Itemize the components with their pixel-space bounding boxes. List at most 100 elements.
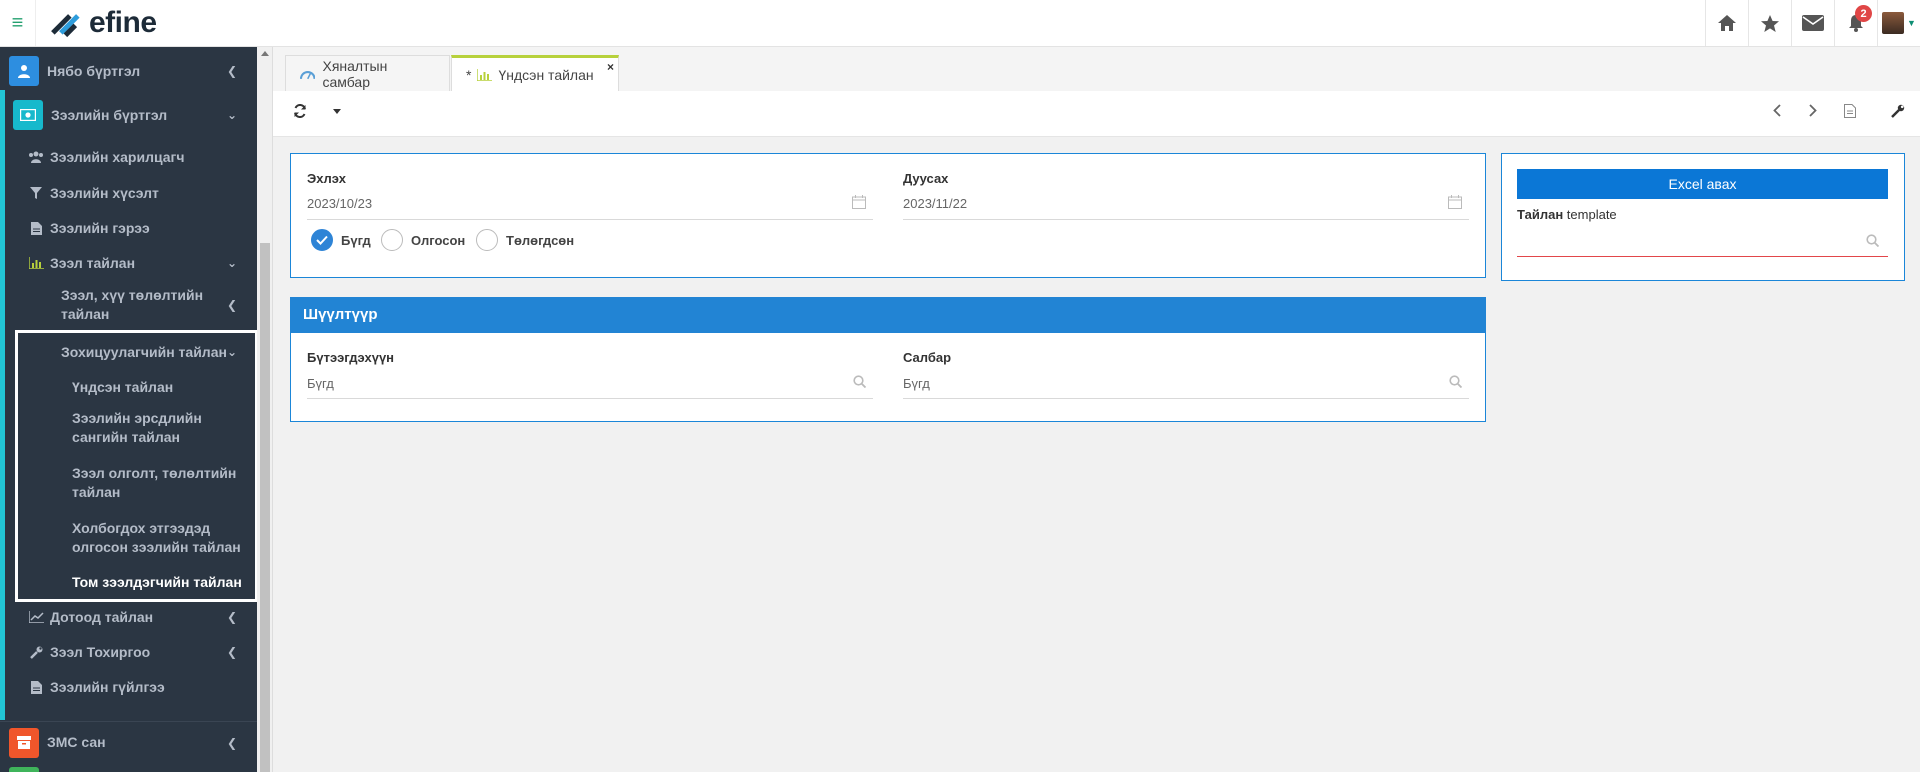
unsaved-marker: * (466, 66, 472, 83)
product-input[interactable]: Бүгд (307, 376, 334, 391)
sidebar-item-label: Холбогдох этгээдэд олгосон зээлийн тайла… (72, 520, 241, 555)
radio-checked-icon[interactable] (311, 229, 333, 251)
sidebar-item-main-report[interactable]: Үндсэн тайлан (0, 372, 257, 402)
avatar (1882, 12, 1905, 34)
chevron-left-icon: ❮ (226, 645, 237, 659)
line-chart-icon (28, 611, 44, 623)
bar-chart-icon (477, 68, 493, 81)
chevron-down-icon: ⌄ (226, 256, 237, 270)
sidebar-item-label: Зээлийн харилцагч (50, 148, 185, 165)
sidebar-item-label: Зээл олголт, төлөлтийн тайлан (72, 465, 237, 500)
chevron-right-icon[interactable] (1809, 104, 1817, 121)
sidebar: Нябо бүртгэл ❮ Зээлийн бүртгэл ⌄ Зээлийн… (0, 47, 257, 772)
user-icon (9, 56, 39, 86)
home-icon[interactable] (1705, 0, 1748, 46)
sidebar-item-label: Зээлийн бүртгэл (51, 106, 168, 123)
search-icon[interactable] (853, 375, 867, 391)
branch-underline (903, 398, 1469, 399)
sidebar-item-loan-registration[interactable]: Зээлийн бүртгэл ⌄ (0, 94, 257, 136)
chevron-left-icon: ❮ (226, 735, 237, 750)
file-icon (28, 680, 44, 694)
dashboard-icon (300, 70, 316, 79)
sidebar-item-loan-contract[interactable]: Зээлийн гэрээ (0, 213, 257, 243)
sidebar-item-risk-fund-report[interactable]: Зээлийн эрсдлийн сангийн тайлан (0, 407, 257, 449)
search-icon[interactable] (1866, 234, 1880, 250)
sidebar-item-label: Зээлийн гэрээ (50, 219, 150, 236)
sidebar-item-loan-settings[interactable]: Зээл Тохиргоо ❮ (0, 637, 257, 667)
chevron-left-icon[interactable] (1773, 104, 1781, 121)
chevron-down-icon: ⌄ (226, 108, 237, 122)
sidebar-item-label: Зээлийн хүсэлт (50, 184, 159, 201)
hamburger-menu-icon[interactable]: ≡ (0, 0, 36, 46)
sidebar-item-disbursement-report[interactable]: Зээл олголт, төлөлтийн тайлан (0, 462, 257, 504)
sidebar-item-label: Зээлийн гүйлгээ (50, 678, 165, 695)
tab-main-report[interactable]: * Үндсэн тайлан × (451, 55, 619, 91)
branch-input[interactable]: Бүгд (903, 376, 930, 391)
end-date-input[interactable]: 2023/11/22 (903, 196, 967, 211)
search-icon[interactable] (1449, 375, 1463, 391)
start-date-label: Эхлэх (307, 171, 346, 186)
sidebar-item-loan-customer[interactable]: Зээлийн харилцагч (0, 142, 257, 172)
sidebar-item-label: Нябо бүртгэл (47, 62, 141, 79)
scroll-thumb[interactable] (260, 243, 270, 772)
close-icon[interactable]: × (607, 60, 614, 74)
sidebar-item-label: Зээл, хүү төлөлтийн тайлан (61, 287, 204, 322)
dropdown-caret-icon[interactable] (333, 109, 341, 114)
user-menu[interactable]: ▼ (1877, 0, 1920, 46)
date-filter-panel (290, 153, 1486, 278)
tab-label: Үндсэн тайлан (498, 66, 594, 83)
mail-icon[interactable] (1791, 0, 1834, 46)
tab-dashboard[interactable]: Хяналтын самбар (285, 55, 450, 91)
report-template-input[interactable] (1517, 228, 1888, 256)
end-date-underline (903, 219, 1469, 220)
next-module-tile[interactable] (9, 767, 39, 772)
bell-icon[interactable]: 2 (1834, 0, 1877, 46)
refresh-icon[interactable] (293, 103, 307, 122)
report-template-underline (1517, 256, 1888, 257)
end-date-label: Дуусах (903, 171, 949, 186)
star-icon[interactable] (1748, 0, 1791, 46)
logo-text: efine (89, 6, 157, 39)
wrench-icon (28, 646, 44, 659)
sidebar-scrollbar[interactable] (257, 47, 273, 772)
sidebar-item-regulator-report[interactable]: Зохицуулагчийн тайлан ⌄ (0, 337, 257, 367)
report-template-label: Тайлан template (1517, 207, 1617, 222)
radio-label: Төлөгдсөн (506, 232, 575, 248)
chevron-down-icon: ▼ (1907, 18, 1916, 28)
tab-bar: Хяналтын самбар * Үндсэн тайлан × (273, 47, 1920, 91)
document-icon[interactable] (1844, 104, 1856, 122)
excel-export-button[interactable]: Excel авах (1517, 169, 1888, 199)
start-date-input[interactable]: 2023/10/23 (307, 196, 372, 211)
scroll-up-icon[interactable] (261, 51, 269, 56)
radio-paid[interactable]: Төлөгдсөн (476, 229, 574, 251)
settings-wrench-icon[interactable] (1891, 104, 1905, 122)
sidebar-item-loan-transactions[interactable]: Зээлийн гүйлгээ (0, 672, 257, 702)
sidebar-item-related-party-report[interactable]: Холбогдох этгээдэд олгосон зээлийн тайла… (0, 517, 257, 559)
chevron-left-icon: ❮ (226, 298, 237, 312)
sidebar-item-loan-report[interactable]: Зээл тайлан ⌄ (0, 248, 257, 278)
sidebar-item-label: ЗМС сан (47, 734, 106, 750)
sidebar-item-zms-fund[interactable]: ЗМС сан ❮ (0, 721, 257, 763)
sidebar-item-label: Зээлийн эрсдлийн сангийн тайлан (72, 410, 202, 445)
sidebar-item-label: Том зээлдэгчийн тайлан (72, 573, 242, 590)
efine-logo[interactable]: efine (47, 4, 157, 42)
sidebar-item-nyabo[interactable]: Нябо бүртгэл ❮ (0, 50, 257, 92)
calendar-icon[interactable] (1448, 195, 1462, 212)
archive-icon (9, 727, 39, 758)
chevron-down-icon: ⌄ (226, 345, 237, 359)
radio-unchecked-icon[interactable] (476, 229, 498, 251)
sidebar-item-large-borrower-report[interactable]: Том зээлдэгчийн тайлан (0, 567, 257, 597)
bar-chart-icon (28, 257, 44, 269)
calendar-icon[interactable] (852, 195, 866, 212)
sidebar-item-internal-report[interactable]: Дотоод тайлан ❮ (0, 602, 257, 632)
toolbar (273, 91, 1920, 137)
sidebar-item-loan-request[interactable]: Зээлийн хүсэлт (0, 178, 257, 208)
sidebar-item-interest-payment-report[interactable]: Зээл, хүү төлөлтийн тайлан ❮ (0, 284, 257, 326)
radio-unchecked-icon[interactable] (381, 229, 403, 251)
sidebar-item-label: Дотоод тайлан (50, 608, 154, 625)
chevron-left-icon: ❮ (226, 610, 237, 624)
radio-label: Олгосон (411, 232, 466, 248)
radio-all[interactable]: Бүгд (311, 229, 371, 251)
radio-disbursed[interactable]: Олгосон (381, 229, 465, 251)
money-icon (13, 100, 43, 130)
